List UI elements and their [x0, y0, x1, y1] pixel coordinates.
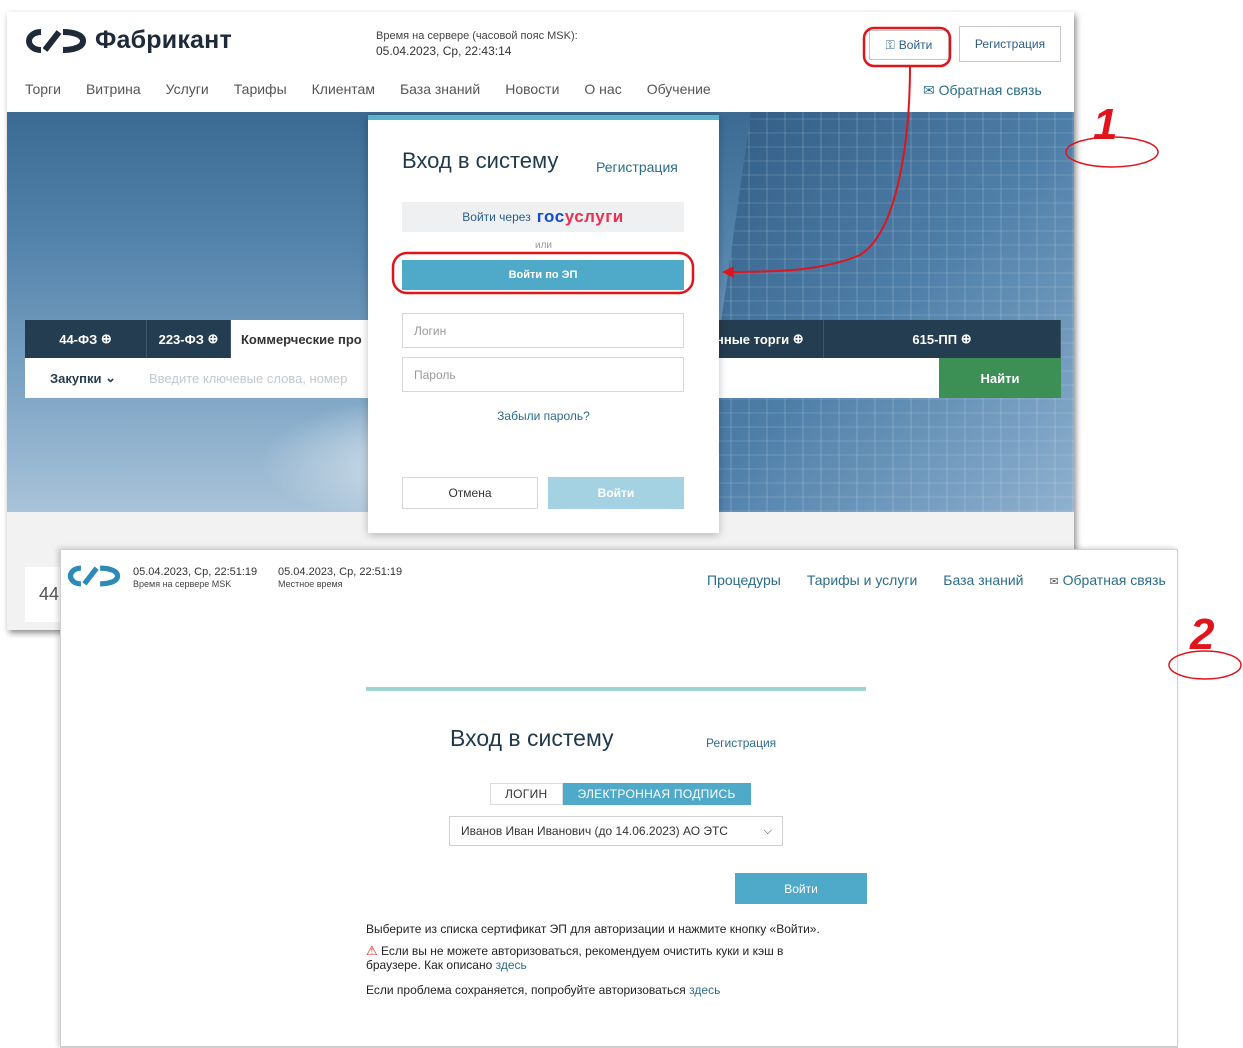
main-nav: Торги Витрина Услуги Тарифы Клиентам Баз… [25, 81, 711, 97]
nav-item-vitrina[interactable]: Витрина [86, 81, 141, 97]
marker-1: 1 [1093, 100, 1118, 149]
tab-label: 223-ФЗ [158, 331, 204, 347]
help-icon: ⊕ [207, 331, 219, 346]
help-icon: ⊕ [960, 331, 972, 346]
feedback-link[interactable]: ✉ Обратная связь [1050, 572, 1166, 588]
password-input[interactable]: Пароль [402, 357, 684, 392]
tab-label: Коммерческие про [241, 331, 362, 347]
logo-mark-icon [25, 28, 87, 53]
chevron-down-icon: ⌵ [763, 825, 772, 837]
tab-electronic-signature[interactable]: ЭЛЕКТРОННАЯ ПОДПИСЬ [562, 783, 751, 805]
warning-here-link[interactable]: здесь [496, 958, 527, 972]
nav-item-obuchenie[interactable]: Обучение [647, 81, 711, 97]
certificate-select[interactable]: Иванов Иван Иванович (до 14.06.2023) АО … [449, 816, 783, 846]
problem-block: Если проблема сохраняется, попробуйте ав… [366, 983, 836, 997]
local-time-caption: Местное время [278, 579, 343, 589]
tab-44fz[interactable]: 44-ФЗ ⊕ [25, 320, 147, 358]
nav-item-knowledge-base[interactable]: База знаний [943, 572, 1023, 588]
feedback-link[interactable]: ✉ Обратная связь [923, 82, 1042, 99]
fabrikant-logo-small[interactable] [67, 564, 121, 593]
auth-method-tabs: ЛОГИН ЭЛЕКТРОННАЯ ПОДПИСЬ [490, 783, 751, 805]
help-icon: ⊕ [792, 331, 804, 346]
top-nav: Процедуры Тарифы и услуги База знаний ✉ … [707, 572, 1166, 588]
tab-login[interactable]: ЛОГИН [490, 783, 563, 805]
problem-here-link[interactable]: здесь [689, 983, 720, 997]
purchase-type-label: Закупки [50, 370, 102, 386]
server-time-label: Время на сервере (часовой пояс MSK): [376, 30, 578, 42]
nav-item-uslugi[interactable]: Услуги [166, 81, 209, 97]
accent-line [366, 687, 866, 691]
envelope-icon: ✉ [923, 82, 935, 98]
purchase-type-select[interactable]: Закупки ⌄ [25, 358, 145, 398]
modal-title: Вход в систему [402, 148, 559, 173]
logo-mark-icon [67, 565, 121, 587]
gosuslugi-logo-part: гос [536, 207, 565, 226]
server-time-value: 05.04.2023, Ср, 22:51:19 [133, 566, 258, 578]
nav-item-tarify[interactable]: Тарифы [234, 81, 287, 97]
page-title: Вход в систему [450, 725, 614, 751]
ep-login-button[interactable]: Войти по ЭП [402, 260, 684, 290]
building-image [694, 112, 1074, 512]
login-input[interactable]: Логин [402, 313, 684, 348]
tab-223fz[interactable]: 223-ФЗ ⊕ [147, 320, 231, 358]
feedback-label: Обратная связь [938, 82, 1042, 98]
server-time: Время на сервере (часовой пояс MSK): 05.… [376, 29, 578, 59]
register-link[interactable]: Регистрация [706, 736, 776, 750]
certificate-selected-value: Иванов Иван Иванович (до 14.06.2023) АО … [461, 824, 728, 838]
chevron-down-icon: ⌄ [105, 370, 116, 385]
screenshot-2: 05.04.2023, Ср, 22:51:19 Время на сервер… [60, 549, 1178, 1048]
stats-card: 44 [25, 567, 65, 622]
modal-register-link[interactable]: Регистрация [596, 159, 678, 175]
nav-item-o-nas[interactable]: О нас [584, 81, 621, 97]
server-time-block: 05.04.2023, Ср, 22:51:19 Время на сервер… [133, 566, 257, 590]
server-time-caption: Время на сервере MSK [133, 579, 232, 589]
envelope-icon: ✉ [1049, 576, 1059, 588]
fabrikant-logo[interactable]: Фабрикант [25, 26, 232, 55]
help-icon: ⊕ [100, 331, 112, 346]
nav-item-procedures[interactable]: Процедуры [707, 572, 781, 588]
problem-text: Если проблема сохраняется, попробуйте ав… [366, 983, 686, 997]
brand-name: Фабрикант [95, 26, 232, 54]
server-time-value: 05.04.2023, Ср, 22:43:14 [376, 44, 512, 58]
forgot-password-link[interactable]: Забыли пароль? [368, 409, 719, 423]
login-button[interactable]: Войти [735, 873, 867, 904]
gosuslugi-login-button[interactable]: Войти через госуслуги [402, 202, 684, 232]
tab-label: 615-ПП [912, 331, 958, 347]
login-modal: Вход в систему Регистрация Войти через г… [368, 115, 719, 533]
header-login-button[interactable]: ⚿ Войти [869, 30, 949, 60]
cancel-button[interactable]: Отмена [402, 477, 538, 509]
gosuslugi-logo: госуслуги [537, 207, 624, 227]
local-time-block: 05.04.2023, Ср, 22:51:19 Местное время [278, 566, 402, 590]
tab-label: 44-ФЗ [59, 331, 98, 347]
instruction-text: Выберите из списка сертификат ЭП для авт… [366, 922, 820, 936]
modal-submit-button[interactable]: Войти [548, 477, 684, 509]
find-button[interactable]: Найти [939, 358, 1061, 398]
or-divider: или [534, 240, 552, 251]
marker-2: 2 [1190, 610, 1215, 659]
nav-item-tariffs[interactable]: Тарифы и услуги [807, 572, 917, 588]
warning-text: Если вы не можете авторизоваться, рекоме… [366, 944, 784, 972]
nav-item-baza-znaniy[interactable]: База знаний [400, 81, 480, 97]
key-icon: ⚿ [885, 37, 895, 52]
feedback-label: Обратная связь [1062, 572, 1166, 588]
local-time-value: 05.04.2023, Ср, 22:51:19 [278, 566, 403, 578]
warning-block: ⚠ Если вы не можете авторизоваться, реко… [366, 943, 826, 973]
header-register-button[interactable]: Регистрация [959, 26, 1061, 62]
tab-615pp[interactable]: 615-ПП ⊕ [824, 320, 1061, 358]
nav-item-torgi[interactable]: Торги [25, 81, 61, 97]
site-header: Фабрикант Время на сервере (часовой пояс… [7, 12, 1074, 112]
screenshot-1: Фабрикант Время на сервере (часовой пояс… [7, 12, 1074, 630]
gosuslugi-logo-part: услуги [564, 207, 624, 226]
gosuslugi-prefix: Войти через [462, 210, 531, 224]
nav-item-klientam[interactable]: Клиентам [312, 81, 375, 97]
nav-item-novosti[interactable]: Новости [505, 81, 559, 97]
header-login-label: Войти [898, 38, 933, 52]
warning-icon: ⚠ [366, 943, 378, 958]
